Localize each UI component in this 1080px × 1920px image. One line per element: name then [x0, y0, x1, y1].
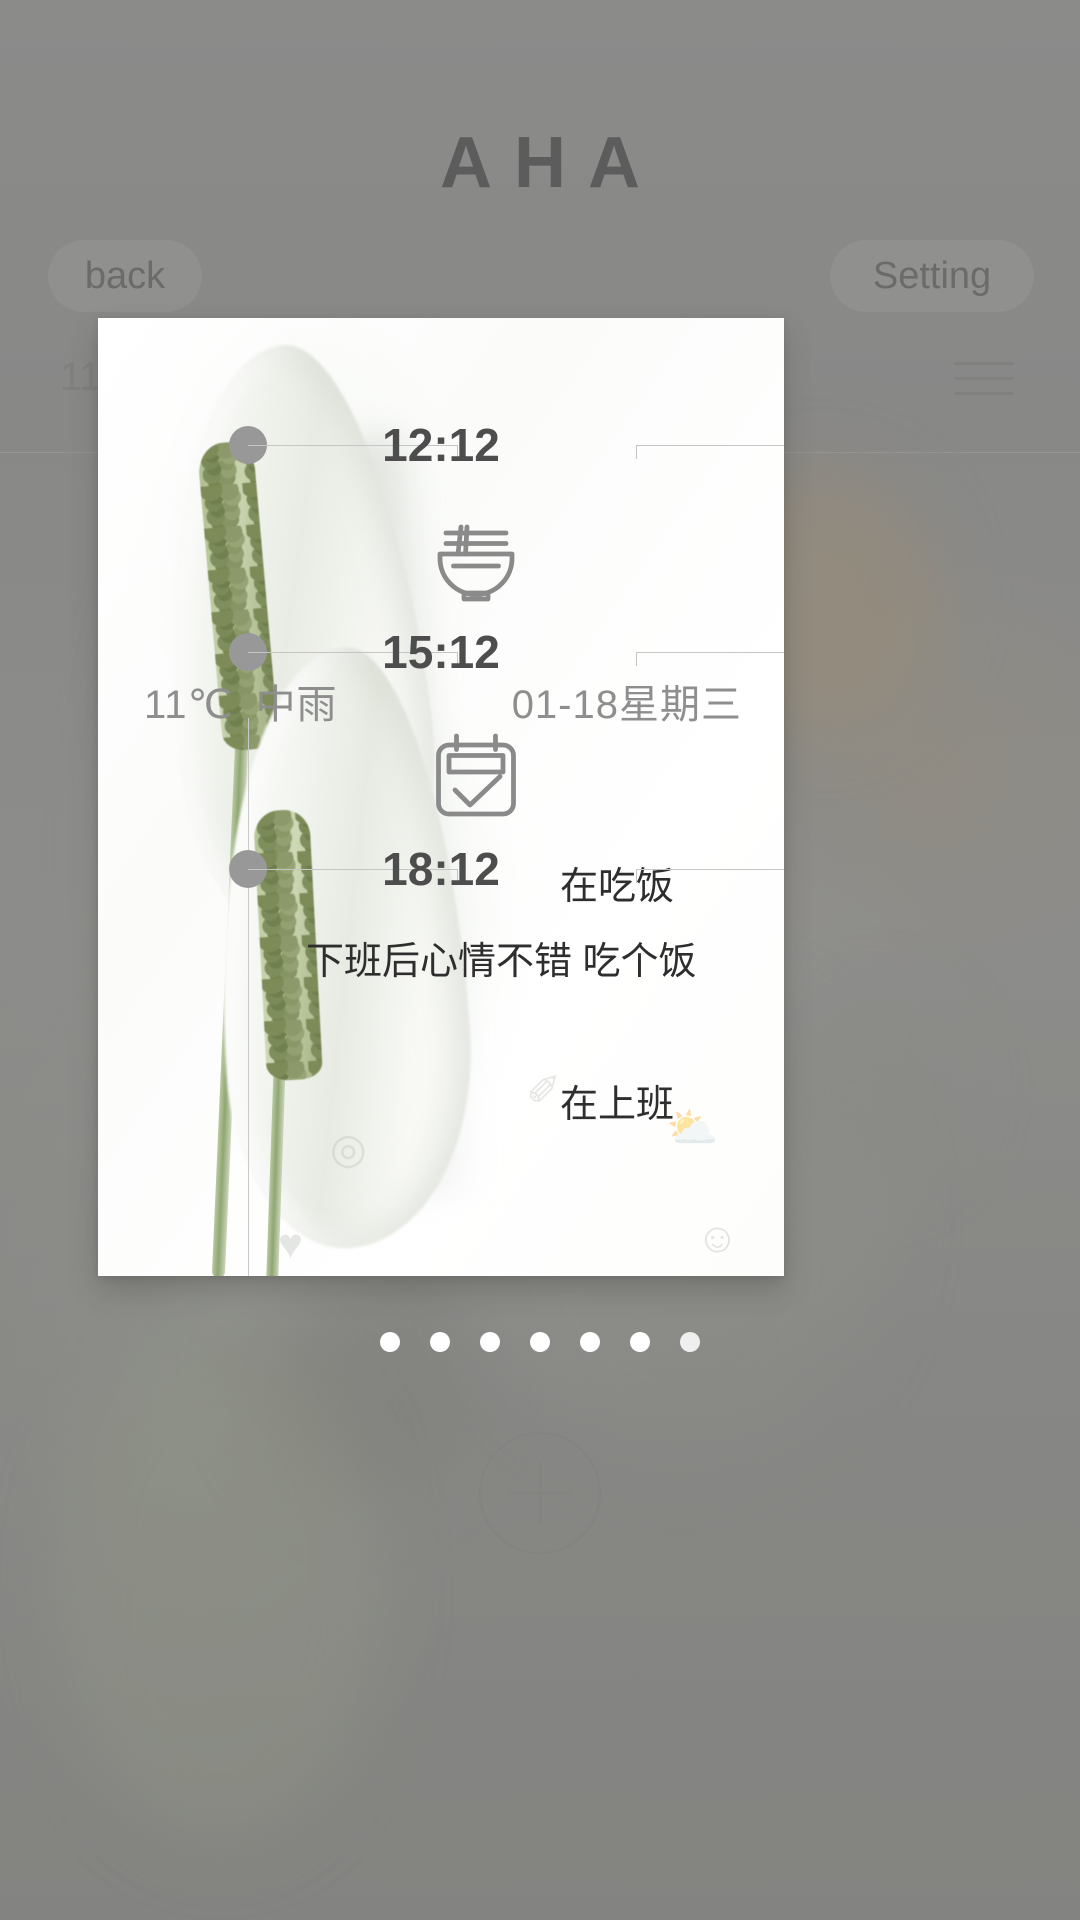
- page-dot-current[interactable]: [680, 1332, 700, 1352]
- page-dot[interactable]: [380, 1332, 400, 1352]
- plus-icon: [509, 1491, 571, 1495]
- page-dot[interactable]: [480, 1332, 500, 1352]
- add-button[interactable]: [479, 1432, 601, 1554]
- page-dot[interactable]: [630, 1332, 650, 1352]
- rice-bowl-chopsticks-icon: [428, 512, 524, 613]
- pagination-dots[interactable]: [0, 1332, 1080, 1352]
- entry-time: 15:12: [382, 626, 500, 678]
- entry-label: 在上班: [560, 1084, 675, 1126]
- entry-time: 18:12: [382, 843, 500, 895]
- menu-bar: [954, 392, 1014, 395]
- card-content: 11℃ 中雨 01-18星期三 12:12 在吃饭 15:12 在上班 18:1…: [98, 318, 784, 1276]
- temperature-text: 11℃: [144, 683, 234, 727]
- weather-condition-text: 中雨: [255, 683, 338, 727]
- page-dot[interactable]: [580, 1332, 600, 1352]
- timeline-card[interactable]: ◎ ✐ ♥ ⛅ ☺ 11℃ 中雨 01-18星期三 12:12 在吃饭 15:1…: [98, 318, 784, 1276]
- page-title: AHA: [440, 123, 662, 203]
- background-weather-text: 11: [60, 355, 102, 399]
- weather-info: 11℃ 中雨: [144, 672, 337, 730]
- page-dot[interactable]: [530, 1332, 550, 1352]
- menu-bar: [954, 362, 1014, 365]
- calendar-check-icon: [428, 727, 524, 828]
- hamburger-menu-icon[interactable]: [954, 362, 1014, 407]
- page-dot[interactable]: [430, 1332, 450, 1352]
- entry-time: 12:12: [382, 419, 500, 471]
- entry-label: 下班后心情不错 吃个饭: [306, 941, 697, 983]
- date-info: 01-18星期三: [512, 672, 742, 730]
- weekday-text: 星期三: [619, 683, 742, 727]
- setting-button[interactable]: Setting: [830, 240, 1034, 312]
- date-text: 01-18: [511, 683, 619, 727]
- timeline-rail: [248, 718, 249, 1276]
- back-button[interactable]: back: [48, 240, 202, 312]
- menu-bar: [954, 377, 1014, 380]
